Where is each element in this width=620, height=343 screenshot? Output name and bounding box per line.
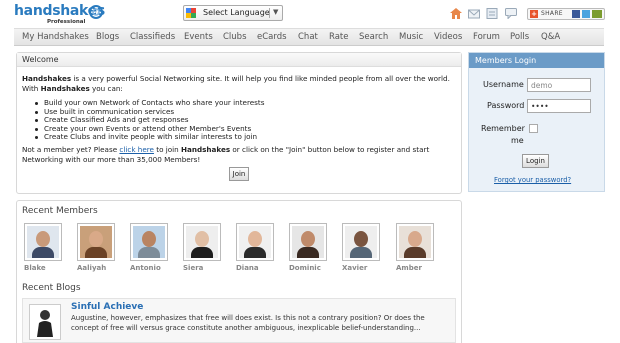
member-card[interactable]: Siera <box>183 223 221 272</box>
blog-title-link[interactable]: Sinful Achieve <box>71 302 143 312</box>
login-button[interactable]: Login <box>522 154 549 168</box>
myspace-icon[interactable] <box>592 10 602 18</box>
nav-search[interactable]: Search <box>359 32 388 42</box>
recent-blogs-title: Recent Blogs <box>22 283 81 293</box>
member-card[interactable]: Xavier <box>342 223 380 272</box>
select-divider <box>269 8 270 18</box>
member-card[interactable]: Aaliyah <box>77 223 115 272</box>
members-login-panel: Members Login <box>468 52 605 192</box>
member-name[interactable]: Amber <box>396 264 434 272</box>
username-label: Username <box>483 80 524 89</box>
nav-videos[interactable]: Videos <box>434 32 462 42</box>
avatar[interactable] <box>342 223 380 261</box>
avatar[interactable] <box>183 223 221 261</box>
nav-ecards[interactable]: eCards <box>257 32 287 42</box>
member-name[interactable]: Aaliyah <box>77 264 115 272</box>
main-nav: My Handshakes Blogs Classifieds Events C… <box>14 28 604 46</box>
blog-excerpt: Augustine, however, emphasizes that free… <box>71 314 425 332</box>
username-field[interactable] <box>527 78 591 92</box>
site-header: handshakes Professional Select Language … <box>0 0 620 28</box>
remember-me-checkbox[interactable] <box>529 124 538 133</box>
forgot-password-link[interactable]: Forgot your password? <box>494 176 571 184</box>
twitter-icon[interactable] <box>582 10 590 18</box>
facebook-icon[interactable] <box>572 10 580 18</box>
nav-qa[interactable]: Q&A <box>541 32 560 42</box>
password-label: Password <box>487 101 525 110</box>
share-button[interactable]: + SHARE <box>527 8 605 20</box>
remember-me-label: Remember <box>481 124 525 133</box>
person-silhouette-icon <box>37 310 53 337</box>
member-name[interactable]: Antonio <box>130 264 168 272</box>
blog-thumbnail[interactable] <box>29 304 61 340</box>
logo-subtitle: Professional <box>47 19 86 25</box>
brand-name: Handshakes <box>40 84 90 93</box>
avatar[interactable] <box>396 223 434 261</box>
member-card[interactable]: Dominic <box>289 223 327 272</box>
plus-icon: + <box>530 10 538 18</box>
password-field[interactable] <box>527 99 591 113</box>
login-header: Members Login <box>469 53 604 68</box>
member-name[interactable]: Blake <box>24 264 62 272</box>
list-item: Create Clubs and invite people with simi… <box>35 132 435 142</box>
cta-text: to join <box>153 145 181 154</box>
avatar[interactable] <box>77 223 115 261</box>
nav-classifieds[interactable]: Classifieds <box>130 32 175 42</box>
nav-polls[interactable]: Polls <box>510 32 529 42</box>
feature-list: Build your own Network of Contacts who s… <box>35 98 435 142</box>
google-translate-icon <box>186 8 196 18</box>
member-name[interactable]: Siera <box>183 264 221 272</box>
nav-rate[interactable]: Rate <box>329 32 349 42</box>
cta-text: Not a member yet? Please <box>22 145 120 154</box>
site-logo[interactable]: handshakes Professional <box>14 3 105 27</box>
member-name[interactable]: Dominic <box>289 264 327 272</box>
home-icon[interactable] <box>450 8 462 19</box>
join-button[interactable]: Join <box>229 167 249 181</box>
logo-swirl-icon <box>89 5 103 19</box>
nav-forum[interactable]: Forum <box>473 32 500 42</box>
avatar[interactable] <box>236 223 274 261</box>
nav-chat[interactable]: Chat <box>298 32 318 42</box>
language-select-label: Select Language <box>203 8 270 17</box>
chevron-down-icon: ▼ <box>273 8 279 16</box>
remember-me-label-cont: me <box>511 136 524 145</box>
language-select[interactable]: Select Language ▼ <box>183 5 283 21</box>
member-card[interactable]: Antonio <box>130 223 168 272</box>
member-name[interactable]: Xavier <box>342 264 380 272</box>
welcome-header: Welcome <box>17 53 461 67</box>
member-card[interactable]: Diana <box>236 223 274 272</box>
click-here-link[interactable]: click here <box>119 145 154 154</box>
brand-name: Handshakes <box>22 74 72 83</box>
share-label: SHARE <box>541 10 563 17</box>
member-card[interactable]: Blake <box>24 223 62 272</box>
avatar[interactable] <box>289 223 327 261</box>
welcome-title: Welcome <box>22 55 59 64</box>
nav-clubs[interactable]: Clubs <box>223 32 247 42</box>
mail-icon[interactable] <box>468 8 480 19</box>
member-card[interactable]: Amber <box>396 223 434 272</box>
document-icon[interactable] <box>486 8 498 19</box>
member-name[interactable]: Diana <box>236 264 274 272</box>
avatar[interactable] <box>130 223 168 261</box>
avatar[interactable] <box>24 223 62 261</box>
nav-blogs[interactable]: Blogs <box>96 32 119 42</box>
welcome-intro: Handshakes is a very powerful Social Net… <box>22 74 454 94</box>
nav-music[interactable]: Music <box>399 32 423 42</box>
chat-icon[interactable] <box>505 8 517 19</box>
welcome-panel: Welcome Handshakes is a very powerful So… <box>16 52 462 194</box>
blog-entry: Sinful Achieve Augustine, however, empha… <box>22 298 456 343</box>
recent-members-title: Recent Members <box>22 206 98 216</box>
brand-name: Handshakes <box>181 145 231 154</box>
intro-tail: you can: <box>89 84 123 93</box>
nav-events[interactable]: Events <box>184 32 213 42</box>
login-title: Members Login <box>475 56 537 65</box>
nav-my-handshakes[interactable]: My Handshakes <box>22 32 89 42</box>
join-prompt: Not a member yet? Please click here to j… <box>22 145 454 164</box>
